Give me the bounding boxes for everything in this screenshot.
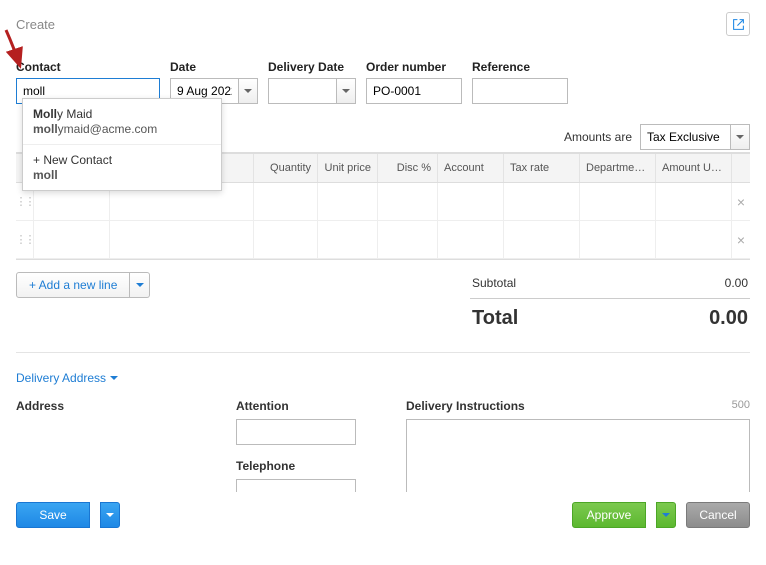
amounts-are-label: Amounts are: [564, 130, 632, 144]
delivery-instructions-input[interactable]: [406, 419, 750, 497]
total-value: 0.00: [709, 307, 748, 330]
telephone-label: Telephone: [236, 459, 386, 473]
col-quantity: Quantity: [254, 154, 318, 182]
add-line-button[interactable]: + Add a new line: [16, 272, 130, 298]
open-external-icon[interactable]: [726, 12, 750, 36]
delivery-instructions-label: Delivery Instructions: [406, 399, 525, 413]
add-line-dropdown-button[interactable]: [130, 272, 150, 298]
save-dropdown-button[interactable]: [100, 502, 120, 528]
drag-handle-icon[interactable]: [16, 221, 34, 258]
autocomplete-suggestion[interactable]: Molly Maid mollymaid@acme.com: [23, 99, 221, 144]
date-dropdown-button[interactable]: [238, 78, 258, 104]
delivery-date-input[interactable]: [268, 78, 336, 104]
attention-label: Attention: [236, 399, 386, 413]
approve-button[interactable]: Approve: [572, 502, 646, 528]
col-account: Account: [438, 154, 504, 182]
order-number-input[interactable]: [366, 78, 462, 104]
cancel-button[interactable]: Cancel: [686, 502, 750, 528]
amounts-are-dropdown-button[interactable]: [730, 124, 750, 150]
autocomplete-new-contact[interactable]: + New Contact moll: [23, 144, 221, 190]
subtotal-value: 0.00: [725, 276, 748, 290]
breadcrumb: Create: [16, 17, 55, 32]
delete-row-icon[interactable]: ×: [732, 183, 750, 220]
delete-row-icon[interactable]: ×: [732, 221, 750, 258]
col-unitprice: Unit price: [318, 154, 378, 182]
order-number-label: Order number: [366, 60, 462, 74]
approve-dropdown-button[interactable]: [656, 502, 676, 528]
reference-label: Reference: [472, 60, 568, 74]
col-amount: Amount UAH: [656, 154, 732, 182]
delivery-date-dropdown-button[interactable]: [336, 78, 356, 104]
col-disc: Disc %: [378, 154, 438, 182]
address-label: Address: [16, 399, 216, 413]
contact-label: Contact: [16, 60, 160, 74]
contact-autocomplete-dropdown: Molly Maid mollymaid@acme.com + New Cont…: [22, 98, 222, 191]
date-label: Date: [170, 60, 258, 74]
delivery-address-toggle[interactable]: Delivery Address: [16, 371, 118, 385]
reference-input[interactable]: [472, 78, 568, 104]
attention-input[interactable]: [236, 419, 356, 445]
subtotal-label: Subtotal: [472, 276, 516, 290]
amounts-are-select[interactable]: [640, 124, 730, 150]
delivery-date-label: Delivery Date: [268, 60, 356, 74]
total-label: Total: [472, 307, 518, 330]
instructions-char-limit: 500: [732, 399, 750, 419]
col-department: Departme…: [580, 154, 656, 182]
col-taxrate: Tax rate: [504, 154, 580, 182]
table-row[interactable]: ×: [16, 221, 750, 259]
save-button[interactable]: Save: [16, 502, 90, 528]
